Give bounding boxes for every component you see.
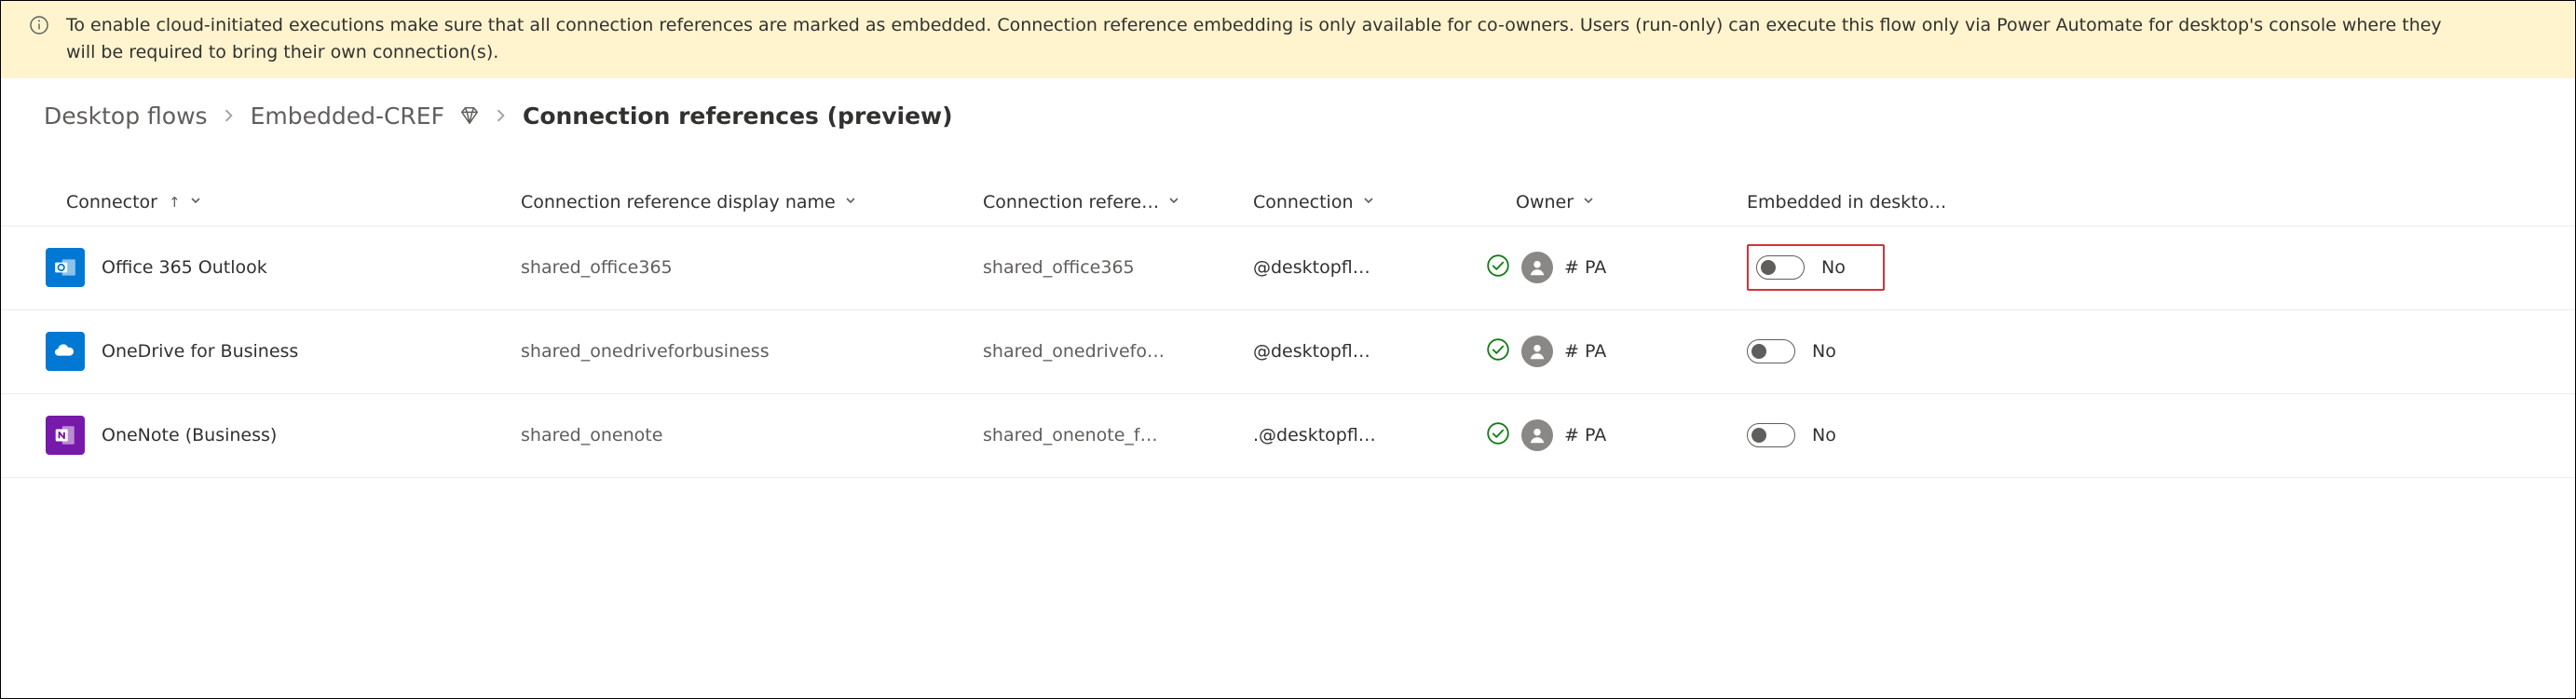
owner-avatar [1521,336,1553,367]
column-header-label: Connection reference display name [521,192,836,212]
column-header-label: Connection [1253,192,1354,212]
onedrive-icon [46,332,85,371]
status-ok-icon [1486,337,1510,366]
owner-avatar [1521,252,1553,283]
cell-display-name: shared_office365 [521,257,983,278]
display-name: shared_onenote [521,425,662,445]
sort-asc-icon: ↑ [169,194,181,211]
chevron-down-icon [1363,195,1374,210]
chevron-down-icon [845,195,856,210]
connector-name: OneDrive for Business [102,341,298,362]
cell-connection: .@desktopfl… [1253,425,1467,445]
display-name: shared_office365 [521,257,673,278]
cell-embedded: No [1747,244,2008,291]
status-ok-icon [1486,254,1510,282]
display-name: shared_onedriveforbusiness [521,341,770,362]
embedded-toggle[interactable] [1747,339,1795,363]
column-header-label: Owner [1516,192,1574,212]
table-row[interactable]: OneNote (Business) shared_onenote shared_o… [1,394,2575,478]
status-ok-icon [1486,421,1510,450]
column-header-display-name[interactable]: Connection reference display name [521,192,983,212]
cell-display-name: shared_onedriveforbusiness [521,341,983,362]
breadcrumb-root[interactable]: Desktop flows [44,103,208,130]
connection-value: @desktopfl… [1253,341,1370,362]
cell-owner: # PA [1467,252,1747,283]
outlook-icon [46,248,85,287]
column-header-label: Connector [66,192,157,212]
cell-owner: # PA [1467,419,1747,451]
highlight-annotation: No [1747,244,1885,291]
column-header-embedded[interactable]: Embedded in deskto… [1747,192,2008,212]
info-icon [29,15,49,44]
column-header-owner[interactable]: Owner [1467,192,1747,212]
column-header-connector[interactable]: Connector ↑ [46,192,521,212]
reference-name: shared_onedrivefo… [983,341,1165,362]
chevron-down-icon [1168,195,1179,210]
cell-reference-name: shared_onedrivefo… [983,341,1253,362]
cell-connector: Office 365 Outlook [46,248,521,287]
table-row[interactable]: Office 365 Outlook shared_office365 shared… [1,226,2575,310]
embedded-toggle-label: No [1812,341,1836,362]
column-header-label: Connection refere… [983,192,1159,212]
connection-references-table: Connector ↑ Connection reference display… [1,180,2575,478]
owner-name: # PA [1564,425,1606,445]
onenote-icon [46,416,85,455]
reference-name: shared_office365 [983,257,1135,278]
chevron-down-icon [1583,195,1594,210]
cell-connector: OneDrive for Business [46,332,521,371]
table-header: Connector ↑ Connection reference display… [1,180,2575,226]
chevron-right-icon [495,104,508,128]
breadcrumb-current: Connection references (preview) [523,103,953,130]
cell-connection: @desktopfl… [1253,257,1467,278]
cell-connection: @desktopfl… [1253,341,1467,362]
cell-owner: # PA [1467,336,1747,367]
cell-connector: OneNote (Business) [46,416,521,455]
premium-icon [459,105,480,126]
cell-embedded: No [1747,423,2008,447]
cell-reference-name: shared_onenote_f… [983,425,1253,445]
embedded-toggle[interactable] [1756,255,1805,280]
cell-display-name: shared_onenote [521,425,983,445]
owner-name: # PA [1564,257,1606,278]
connector-name: Office 365 Outlook [102,257,267,278]
chevron-down-icon [190,195,201,210]
column-header-reference-name[interactable]: Connection refere… [983,192,1253,212]
cell-embedded: No [1747,339,2008,363]
embedded-toggle[interactable] [1747,423,1795,447]
cell-reference-name: shared_office365 [983,257,1253,278]
owner-avatar [1521,419,1553,451]
breadcrumb-flow[interactable]: Embedded-CREF [251,103,444,130]
chevron-right-icon [223,104,236,128]
connector-name: OneNote (Business) [102,425,277,445]
info-banner-text: To enable cloud-initiated executions mak… [66,12,2442,67]
column-header-connection[interactable]: Connection [1253,192,1467,212]
table-row[interactable]: OneDrive for Business shared_onedriveforb… [1,310,2575,394]
reference-name: shared_onenote_f… [983,425,1158,445]
info-banner: To enable cloud-initiated executions mak… [1,1,2575,78]
connection-value: .@desktopfl… [1253,425,1376,445]
column-header-label: Embedded in deskto… [1747,192,1946,212]
embedded-toggle-label: No [1812,425,1836,445]
breadcrumb: Desktop flows Embedded-CREF Connection r… [1,78,2575,135]
connection-value: @desktopfl… [1253,257,1370,278]
owner-name: # PA [1564,341,1606,362]
embedded-toggle-label: No [1821,257,1846,278]
